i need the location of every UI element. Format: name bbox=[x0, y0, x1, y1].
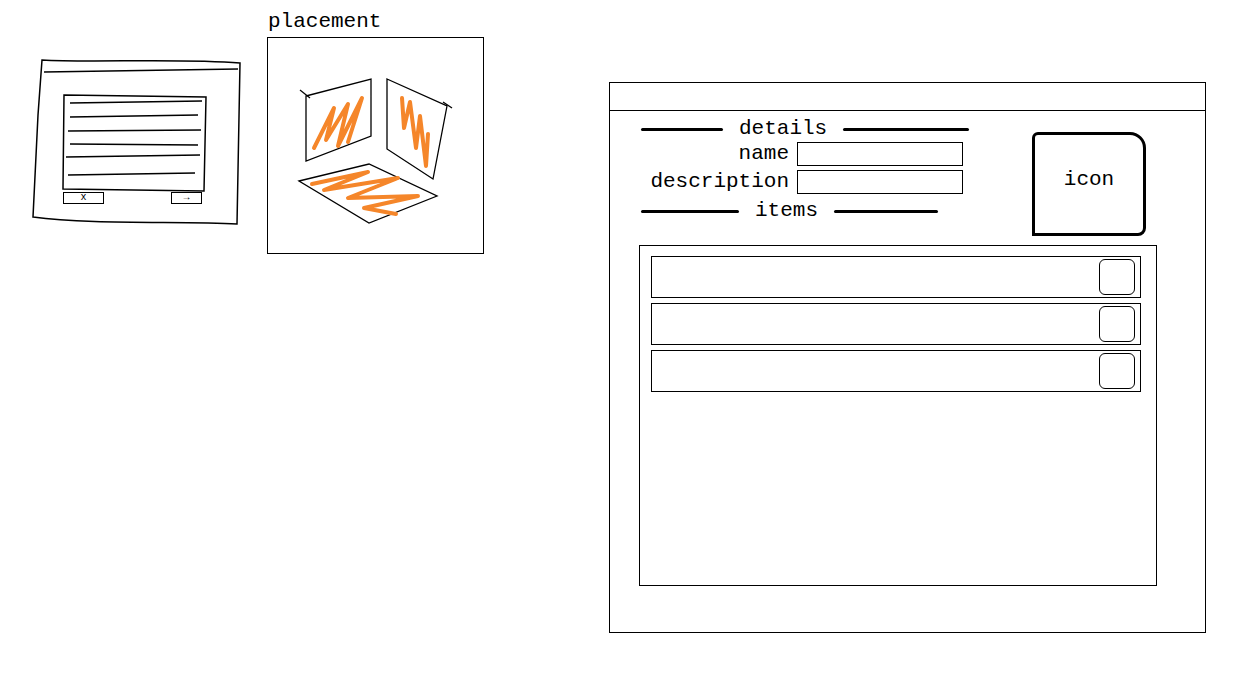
item-button[interactable] bbox=[1099, 306, 1135, 342]
items-heading: items bbox=[641, 199, 969, 223]
placement-label: placement bbox=[267, 9, 484, 37]
item-row[interactable] bbox=[651, 303, 1141, 345]
icon-placeholder[interactable]: icon bbox=[1032, 132, 1146, 236]
window-sketch: x → bbox=[30, 55, 244, 229]
item-row[interactable] bbox=[651, 256, 1141, 298]
item-row[interactable] bbox=[651, 350, 1141, 392]
text-field[interactable] bbox=[797, 142, 963, 166]
placement-panel: placement bbox=[267, 9, 484, 254]
close-button[interactable]: x bbox=[63, 192, 104, 204]
field-label: name bbox=[641, 142, 789, 166]
title-bar bbox=[610, 83, 1205, 111]
window: details name description items icon bbox=[609, 82, 1206, 633]
items-list bbox=[639, 245, 1157, 586]
item-button[interactable] bbox=[1099, 353, 1135, 389]
details-heading: details bbox=[641, 117, 969, 141]
field-label: description bbox=[641, 170, 789, 194]
placement-box bbox=[267, 37, 484, 254]
next-button[interactable]: → bbox=[171, 192, 202, 204]
text-field[interactable] bbox=[797, 170, 963, 194]
item-button[interactable] bbox=[1099, 259, 1135, 295]
cube-icon bbox=[268, 38, 483, 253]
